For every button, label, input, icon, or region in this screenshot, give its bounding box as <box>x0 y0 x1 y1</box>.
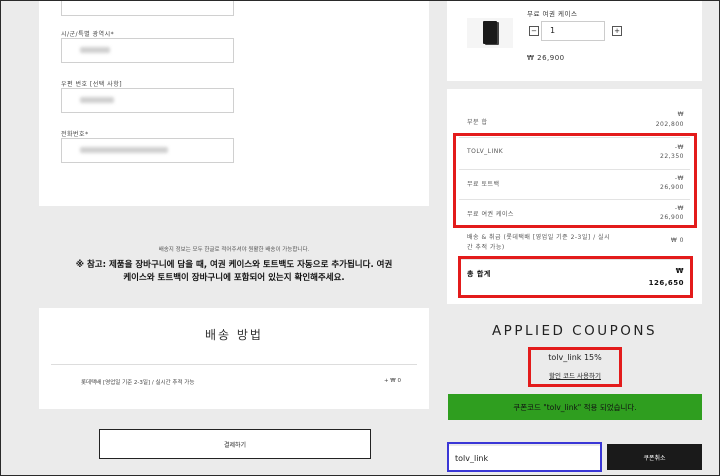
blurred-value <box>80 147 168 153</box>
coupon-cancel-button[interactable]: 쿠폰취소 <box>607 444 702 470</box>
shipping-fee-value: ₩ 0 <box>670 237 684 244</box>
discount-value: 26,900 <box>660 214 684 221</box>
zip-label: 우편 번호 [선택 사항] <box>61 81 123 88</box>
phone-label: 전화번호* <box>61 131 89 138</box>
cart-item-card: 무료 여권 케이스 − 1 + ₩ 26,900 <box>447 1 702 81</box>
applied-coupons-title: APPLIED COUPONS <box>491 323 658 339</box>
shipping-fee-row: 배송 & 취급 (롯데택배 [영업일 기준 2-3일] / 실시 간 추적 가능… <box>467 233 684 255</box>
passport-case-thumbnail <box>467 18 513 48</box>
discount-row: TOLV_LINK -₩ 22,350 <box>467 144 684 164</box>
discount-value: 22,350 <box>660 153 684 160</box>
address-field[interactable] <box>61 1 234 16</box>
subtotal-value: 202,800 <box>655 121 684 128</box>
discount-currency: -₩ <box>674 144 684 151</box>
total-label: 총 합계 <box>467 270 491 278</box>
discount-value: 26,900 <box>660 184 684 191</box>
checkout-page: 시/군/특별 광역시* 우편 번호 [선택 사항] 전화번호* 배송지 정보는 … <box>0 0 720 476</box>
shipping-method-card: 배송 방법 롯데택배 [영업일 기준 2-3일] / 실시간 추적 가능 + ₩… <box>39 308 429 409</box>
total-value: 126,650 <box>648 279 684 287</box>
discount-code-link[interactable]: 할인 코드 사용하기 <box>528 370 622 380</box>
passport-case-icon <box>483 21 497 44</box>
divider <box>459 259 690 260</box>
divider <box>459 137 690 138</box>
item-name: 무료 여권 케이스 <box>527 10 578 18</box>
city-field[interactable] <box>61 38 234 63</box>
shipping-fee-label-line2: 간 추적 가능) <box>467 244 505 251</box>
total-currency: ₩ <box>675 267 684 275</box>
divider <box>459 169 690 170</box>
shipping-fee-label-line1: 배송 & 취급 (롯데택배 [영업일 기준 2-3일] / 실시 <box>467 234 611 241</box>
address-notice: 배송지 정보는 모두 한글로 적어주셔야 원활한 배송이 가능합니다. <box>158 247 310 253</box>
pay-button[interactable]: 결제하기 <box>99 429 371 459</box>
shipping-option[interactable]: 롯데택배 [영업일 기준 2-3일] / 실시간 추적 가능 <box>81 378 194 386</box>
subtotal-row: 부분 합 ₩ 202,800 <box>467 111 684 131</box>
discount-row: 무료 토트백 -₩ 26,900 <box>467 175 684 195</box>
blurred-value <box>80 97 114 103</box>
discount-currency: -₩ <box>674 205 684 212</box>
shipping-option-price: + ₩ 0 <box>383 378 401 384</box>
cart-notice-line1: ※ 참고: 제품을 장바구니에 담을 때, 여권 케이스와 토트백도 자동으로 … <box>75 260 393 270</box>
zip-field[interactable] <box>61 88 234 113</box>
subtotal-currency: ₩ <box>677 111 684 118</box>
applied-coupon-code: tolv_link 15% <box>548 353 602 362</box>
blurred-value <box>80 47 110 53</box>
cart-notice: ※ 참고: 제품을 장바구니에 담을 때, 여권 케이스와 토트백도 자동으로 … <box>39 259 429 285</box>
item-price: ₩ 26,900 <box>527 54 565 62</box>
cart-notice-line2: 케이스와 토트백이 장바구니에 포함되어 있는지 확인해주세요. <box>123 273 345 283</box>
discount-label: TOLV_LINK <box>467 148 504 155</box>
divider <box>51 364 417 365</box>
coupon-code-input[interactable] <box>449 446 600 470</box>
city-label: 시/군/특별 광역시* <box>61 31 115 38</box>
discount-label: 무료 토트백 <box>467 181 500 188</box>
coupon-success-message: 쿠폰코드 "tolv_link" 적용 되었습니다. <box>448 394 702 420</box>
phone-field[interactable] <box>61 138 234 163</box>
subtotal-label: 부분 합 <box>467 119 488 126</box>
quantity-increase-button[interactable]: + <box>612 26 622 36</box>
order-summary-card: 부분 합 ₩ 202,800 TOLV_LINK -₩ 22,350 무료 토트… <box>447 89 702 304</box>
quantity-input[interactable]: 1 <box>541 21 605 41</box>
total-row: 총 합계 ₩ 126,650 <box>467 267 684 291</box>
discount-currency: -₩ <box>674 175 684 182</box>
divider <box>459 199 690 200</box>
shipping-fee-label: 배송 & 취급 (롯데택배 [영업일 기준 2-3일] / 실시 간 추적 가능… <box>467 233 610 253</box>
shipping-title: 배송 방법 <box>205 328 263 342</box>
quantity-decrease-button[interactable]: − <box>529 26 539 36</box>
discount-row: 무료 여권 케이스 -₩ 26,900 <box>467 205 684 225</box>
discount-label: 무료 여권 케이스 <box>467 211 514 218</box>
address-form-card: 시/군/특별 광역시* 우편 번호 [선택 사항] 전화번호* <box>39 1 429 206</box>
